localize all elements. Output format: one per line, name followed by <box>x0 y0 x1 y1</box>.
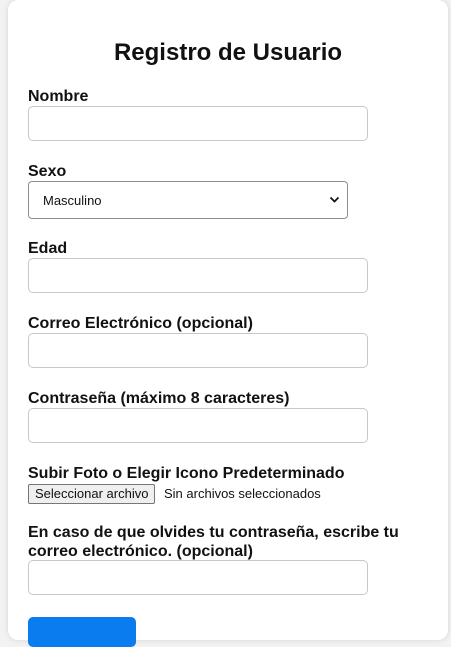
chevron-down-icon <box>329 196 340 203</box>
sex-select[interactable]: Masculino <box>28 181 348 219</box>
recovery-email-field[interactable] <box>28 560 368 595</box>
page-title: Registro de Usuario <box>113 39 343 66</box>
email-label: Correo Electrónico (opcional) <box>28 315 253 332</box>
file-status: Sin archivos seleccionados <box>164 486 321 501</box>
register-button[interactable] <box>28 617 136 647</box>
name-field[interactable] <box>28 106 368 141</box>
age-field[interactable] <box>28 258 368 293</box>
registration-card: Registro de Usuario Nombre Sexo Masculin… <box>8 0 448 647</box>
recovery-email-label: En caso de que olvides tu contraseña, es… <box>28 524 399 560</box>
email-field[interactable] <box>28 333 368 368</box>
password-field[interactable] <box>28 408 368 443</box>
name-label: Nombre <box>28 88 89 105</box>
password-label: Contraseña (máximo 8 caracteres) <box>28 390 290 407</box>
choose-file-button[interactable]: Seleccionar archivo <box>28 484 156 504</box>
age-label: Edad <box>28 240 68 257</box>
sex-select-value: Masculino <box>43 192 102 208</box>
photo-label: Subir Foto o Elegir Icono Predeterminado <box>28 465 345 482</box>
sex-label: Sexo <box>28 163 67 180</box>
